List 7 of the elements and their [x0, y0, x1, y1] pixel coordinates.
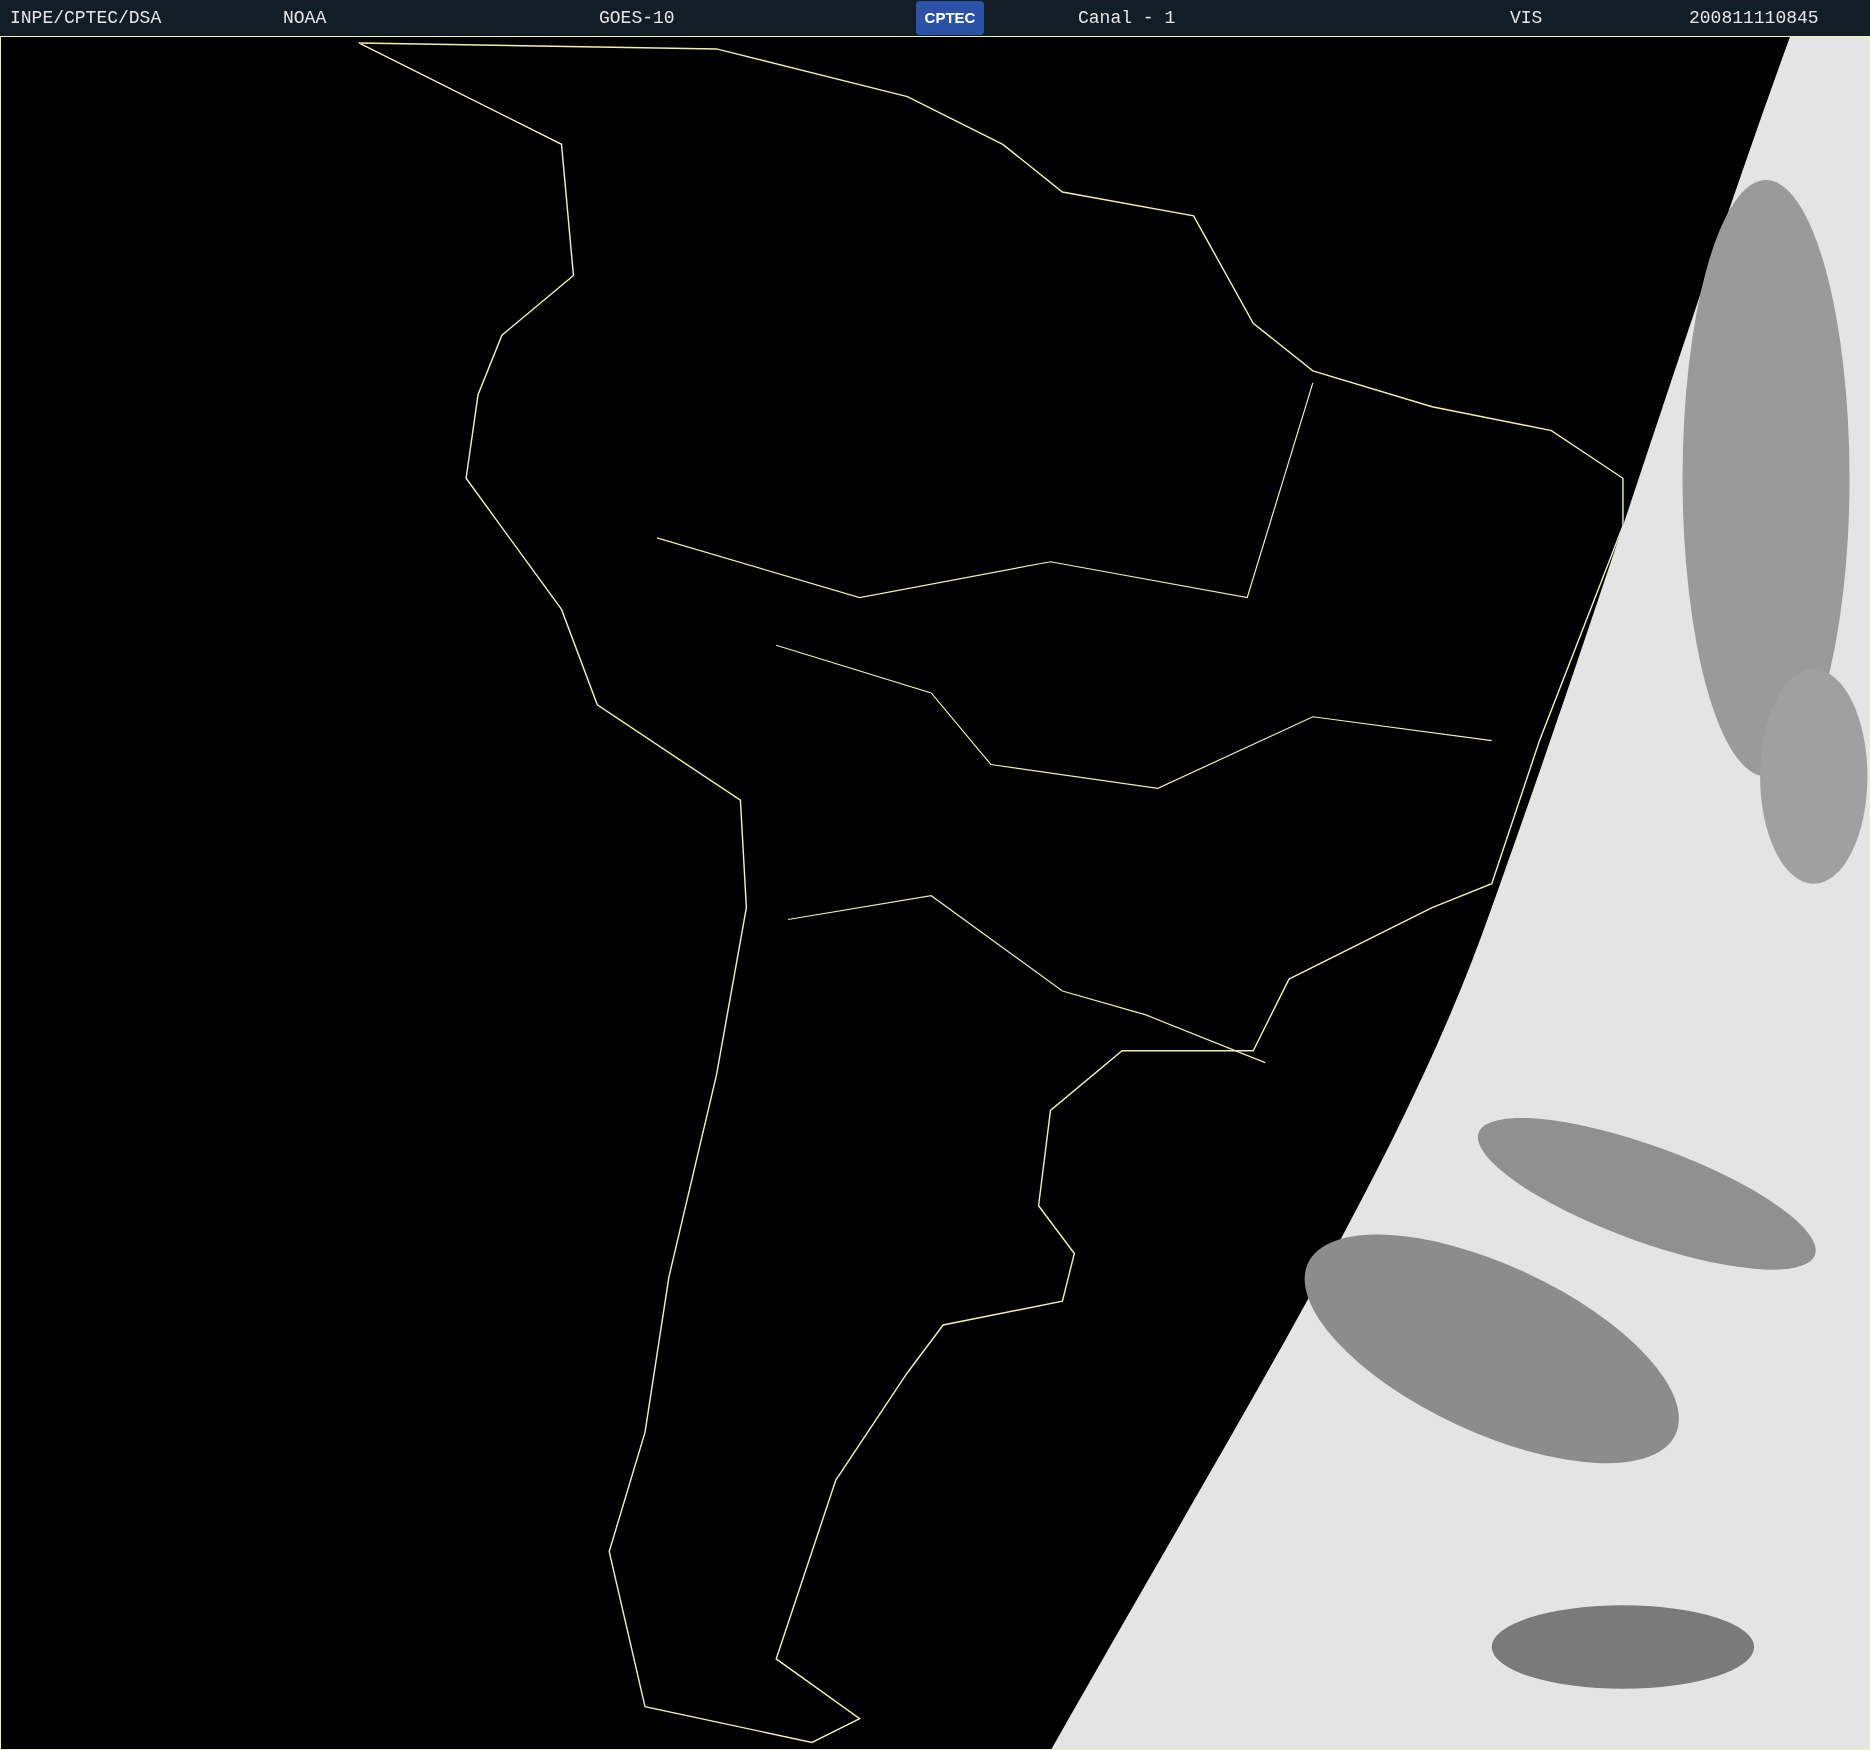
source-label: NOAA	[283, 6, 328, 30]
timestamp-label: 200811110845	[1689, 6, 1820, 30]
band-label: VIS	[1510, 6, 1544, 30]
logo: CPTEC	[916, 1, 984, 35]
channel-label: Canal - 1	[1078, 6, 1177, 30]
satellite-label: GOES-10	[599, 6, 676, 30]
agency-label: INPE/CPTEC/DSA	[10, 6, 163, 30]
